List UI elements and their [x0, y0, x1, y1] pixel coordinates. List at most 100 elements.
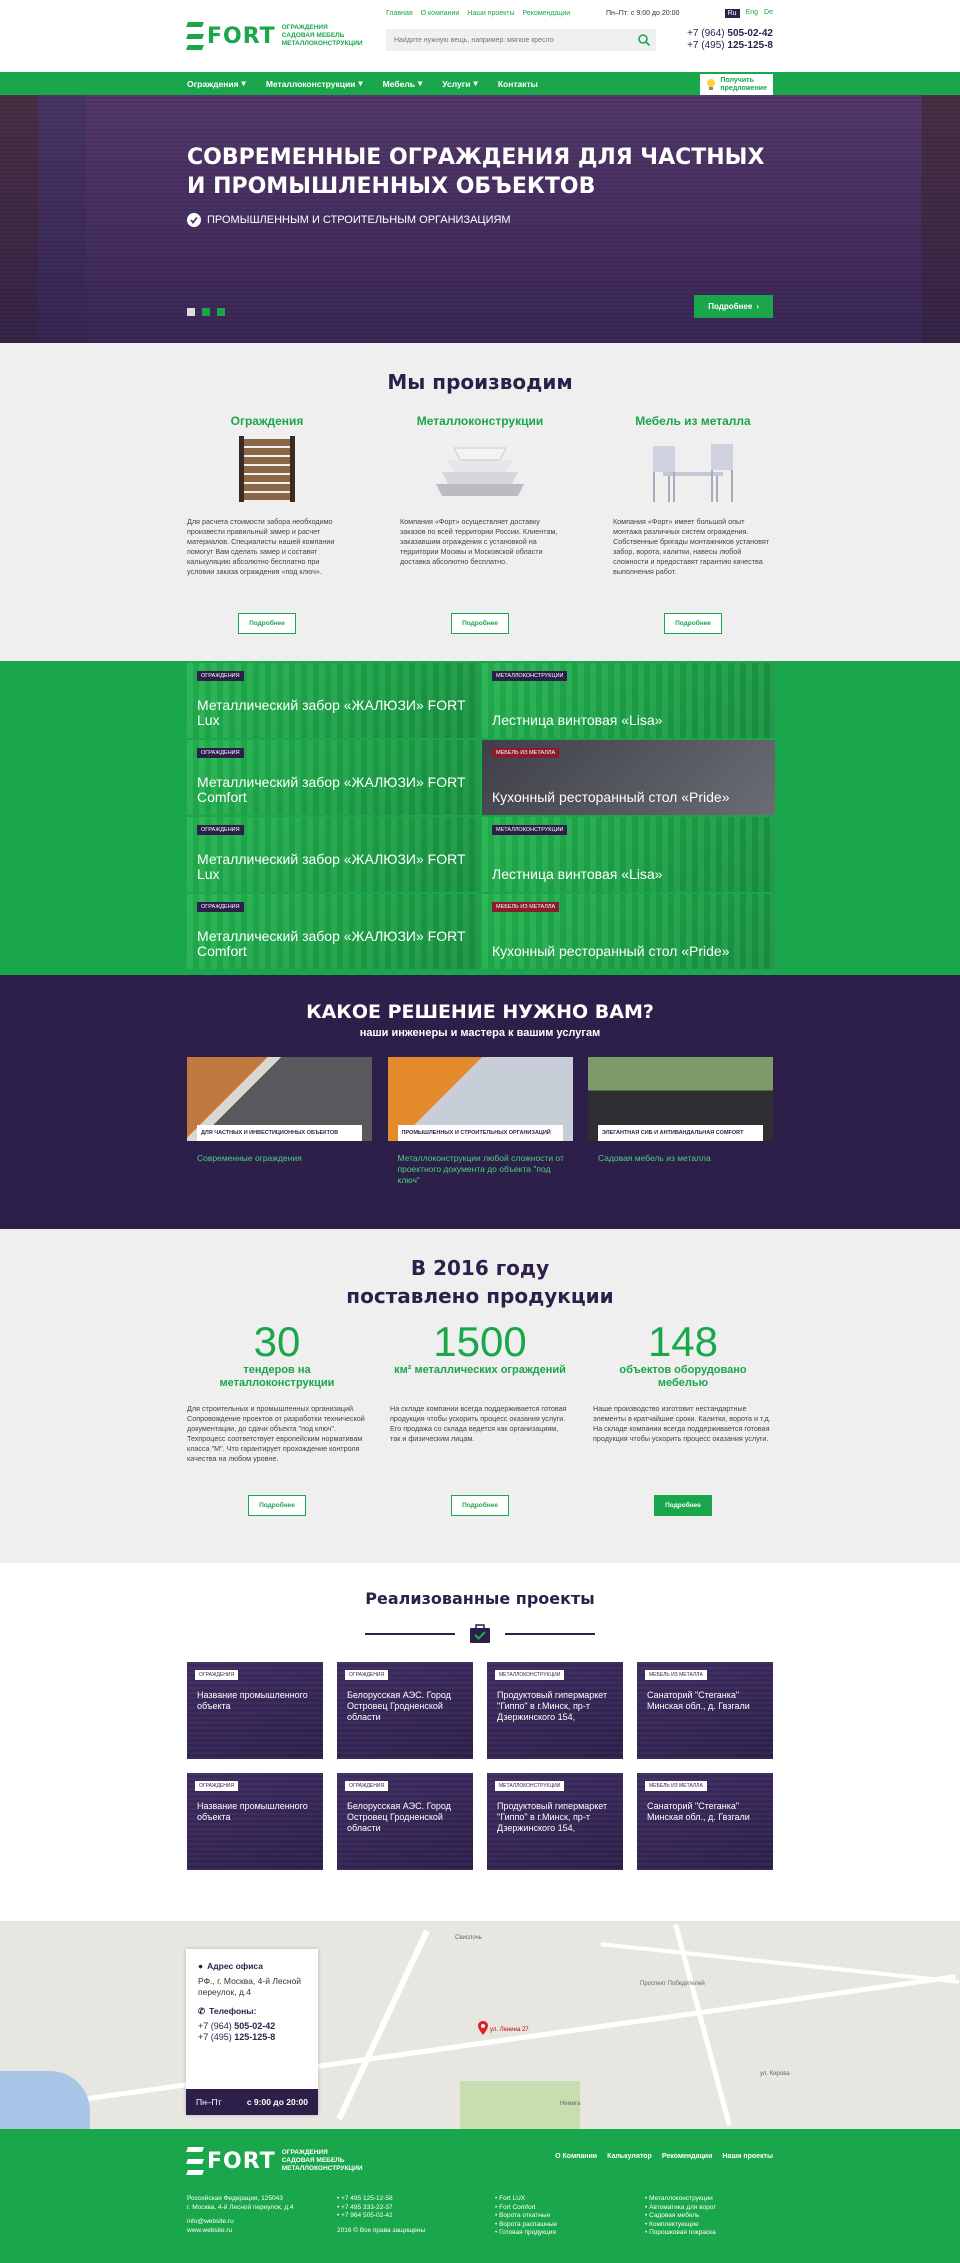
map-street-label: Проспект Победителей	[640, 1981, 705, 1987]
office-map[interactable]: Свислочь Проспект Победителей ул. Кирова…	[0, 1921, 960, 2129]
project-card[interactable]: Ограждения Название промышленного объекта	[187, 1773, 323, 1870]
footer-link[interactable]: Металлоконструкции	[645, 2195, 716, 2204]
solution-card[interactable]: Для частных и инвестиционных объектов Со…	[187, 1057, 372, 1186]
footer-link[interactable]: Готовая продукция	[495, 2229, 557, 2238]
section-title: Мы производим	[387, 370, 573, 394]
check-circle-icon	[187, 213, 201, 227]
slider-dot[interactable]	[187, 308, 195, 316]
footer-link[interactable]: Ворота откатные	[495, 2212, 557, 2221]
site-footer: FORT ОГРАЖДЕНИЯ САДОВАЯ МЕБЕЛЬ МЕТАЛЛОКО…	[0, 2129, 960, 2263]
product-tile[interactable]: Ограждения Металлический забор «ЖАЛЮЗИ» F…	[187, 663, 480, 738]
project-card[interactable]: Ограждения Белорусская АЭС. Город Острове…	[337, 1662, 473, 1759]
slider-dot[interactable]	[202, 308, 210, 316]
product-tile[interactable]: Металлоконструкции Лестница винтовая «Lis…	[482, 663, 775, 738]
lang-de[interactable]: De	[764, 9, 773, 18]
footer-link[interactable]: Автоматика для ворот	[645, 2204, 716, 2213]
footer-link-about[interactable]: О Компании	[555, 2153, 597, 2160]
hero-more-button[interactable]: Подробнее ›	[694, 295, 773, 318]
solution-link[interactable]: Металлоконструкции любой сложности от пр…	[388, 1153, 573, 1186]
product-tile[interactable]: Ограждения Металлический забор «ЖАЛЮЗИ» F…	[187, 817, 480, 892]
footer-link[interactable]: Порошковая покраска	[645, 2229, 716, 2238]
nav-services[interactable]: Услуги ▾	[442, 78, 478, 89]
solution-link[interactable]: Современные ограждения	[187, 1153, 372, 1164]
logo[interactable]: FORT ОГРАЖДЕНИЯ САДОВАЯ МЕБЕЛЬ МЕТАЛЛОКО…	[186, 22, 363, 50]
top-link-about[interactable]: О компании	[421, 10, 460, 17]
stat-text: На складе компании всегда поддерживается…	[390, 1404, 567, 1443]
project-card[interactable]: Мебель из металла Санаторий "Стеганка" Ми…	[637, 1662, 773, 1759]
search-input[interactable]	[386, 29, 656, 51]
footer-link[interactable]: Комплектующие	[645, 2221, 716, 2230]
project-title: Санаторий "Стеганка" Минская обл., д. Гв…	[647, 1690, 750, 1711]
stat-more-button[interactable]: Подробнее	[248, 1495, 306, 1516]
solution-link[interactable]: Садовая мебель из металла	[588, 1153, 773, 1164]
header-phone-1[interactable]: +7 (964) 505-02-42	[687, 28, 773, 40]
nav-contacts[interactable]: Контакты	[498, 79, 538, 89]
nav-metal-structures[interactable]: Металлоконструкции ▾	[266, 78, 363, 89]
product-tile[interactable]: Ограждения Металлический забор «ЖАЛЮЗИ» F…	[187, 740, 480, 815]
solution-card[interactable]: Промышленных и строительных организаций …	[387, 1057, 573, 1186]
footer-logo[interactable]: FORT ОГРАЖДЕНИЯ САДОВАЯ МЕБЕЛЬ МЕТАЛЛОКО…	[186, 2147, 363, 2175]
hero-banner: Современные ограждения для частных и про…	[0, 95, 960, 343]
footer-website[interactable]: www.website.ru	[187, 2227, 294, 2236]
produce-more-button[interactable]: Подробнее	[664, 613, 722, 634]
stat-more-button[interactable]: Подробнее	[654, 1495, 712, 1516]
solution-card[interactable]: Элегантная сиб и антивандальная comfort …	[588, 1057, 773, 1186]
nav-fences[interactable]: Ограждения ▾	[187, 78, 246, 89]
project-card[interactable]: Ограждения Белорусская АЭС. Город Острове…	[337, 1773, 473, 1870]
product-title: Кухонный ресторанный стол «Pride»	[492, 943, 730, 959]
search-icon[interactable]	[637, 33, 651, 47]
footer-link[interactable]: Ворота распашные	[495, 2221, 557, 2230]
stat-more-button[interactable]: Подробнее	[451, 1495, 509, 1516]
footer-products-list: Fort LUX Fort Comfort Ворота откатные Во…	[495, 2195, 557, 2238]
produce-more-button[interactable]: Подробнее	[451, 613, 509, 634]
footer-link[interactable]: Садовая мебель	[645, 2212, 716, 2221]
footer-link[interactable]: Fort LUX	[495, 2195, 557, 2204]
chevron-down-icon: ▾	[358, 78, 363, 88]
stat-number: 1500	[433, 1318, 527, 1365]
map-street-label: Свислочь	[455, 1935, 482, 1941]
stat-text: Наше производство изготовит нестандартны…	[593, 1404, 771, 1443]
office-phone-2[interactable]: +7 (495) 125-125-8	[198, 2032, 306, 2043]
header-phone-2[interactable]: +7 (495) 125-125-8	[687, 40, 773, 52]
product-tile[interactable]: Мебель из металла Кухонный ресторанный ст…	[482, 894, 775, 969]
solution-image: Промышленных и строительных организаций	[387, 1057, 573, 1141]
product-title: Кухонный ресторанный стол «Pride»	[492, 789, 730, 805]
project-title: Продуктовый гипермаркет "Гиппо" в г.Минс…	[497, 1690, 608, 1722]
footer-link-projects[interactable]: Наши проекты	[722, 2153, 773, 2160]
section-title: Какое решение нужно вам?	[306, 1001, 654, 1023]
footer-link[interactable]: Fort Comfort	[495, 2204, 557, 2213]
slider-dot[interactable]	[217, 308, 225, 316]
office-phone-1[interactable]: +7 (964) 505-02-42	[198, 2021, 306, 2032]
stat-caption: объектов оборудовано мебелью	[619, 1364, 747, 1389]
category-tag: Ограждения	[197, 902, 244, 912]
map-pin-label: ул. Ленина 27	[490, 2027, 529, 2033]
product-tile[interactable]: Металлоконструкции Лестница винтовая «Lis…	[482, 817, 775, 892]
product-tile[interactable]: Мебель из металла Кухонный ресторанный ст…	[482, 740, 775, 815]
nav-furniture[interactable]: Мебель ▾	[383, 78, 423, 89]
get-offer-button[interactable]: Получить предложение	[700, 74, 773, 95]
project-card[interactable]: Металлоконструкции Продуктовый гипермарке…	[487, 1662, 623, 1759]
footer-link-recommendations[interactable]: Рекомендации	[662, 2153, 713, 2160]
map-pin-icon[interactable]	[478, 2021, 488, 2035]
map-water	[0, 2071, 90, 2129]
top-link-projects[interactable]: Наши проекты	[467, 10, 514, 17]
metal-furniture-image	[613, 434, 773, 504]
lang-eng[interactable]: Eng	[746, 9, 758, 18]
footer-link-calculator[interactable]: Калькулятор	[607, 2153, 652, 2160]
lang-ru[interactable]: Ru	[724, 9, 740, 18]
top-link-recommendations[interactable]: Рекомендации	[523, 10, 571, 17]
product-tile[interactable]: Ограждения Металлический забор «ЖАЛЮЗИ» F…	[187, 894, 480, 969]
arrow-right-icon: ›	[756, 302, 759, 311]
site-header: FORT ОГРАЖДЕНИЯ САДОВАЯ МЕБЕЛЬ МЕТАЛЛОКО…	[0, 0, 960, 72]
project-card[interactable]: Мебель из металла Санаторий "Стеганка" Ми…	[637, 1773, 773, 1870]
category-tag: Металлоконструкции	[492, 825, 568, 835]
project-card[interactable]: Металлоконструкции Продуктовый гипермарке…	[487, 1773, 623, 1870]
stat-block: 148 объектов оборудовано мебелью Наше пр…	[593, 1320, 773, 1516]
phone-icon: ✆	[198, 2006, 206, 2016]
project-card[interactable]: Ограждения Название промышленного объекта	[187, 1662, 323, 1759]
top-link-home[interactable]: Главная	[386, 10, 413, 17]
footer-email[interactable]: info@website.ru	[187, 2218, 294, 2227]
solution-label: Для частных и инвестиционных объектов	[197, 1125, 362, 1141]
produce-more-button[interactable]: Подробнее	[238, 613, 296, 634]
featured-products-grid: Ограждения Металлический забор «ЖАЛЮЗИ» F…	[0, 661, 960, 975]
